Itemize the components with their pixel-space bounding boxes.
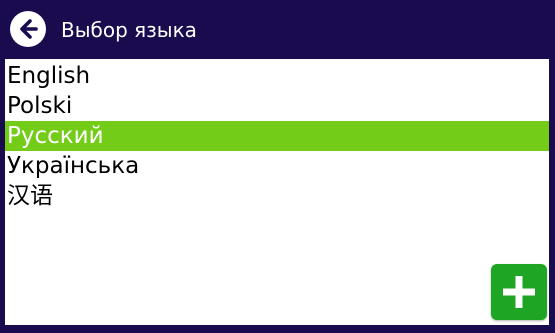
language-item-english[interactable]: English (5, 61, 549, 91)
language-item-russian[interactable]: Русский (5, 121, 549, 151)
add-button[interactable] (491, 264, 547, 320)
back-button[interactable] (10, 11, 46, 47)
header-bar: Выбор языка (0, 0, 555, 58)
language-item-polski[interactable]: Polski (5, 91, 549, 121)
language-item-chinese[interactable]: 汉语 (5, 181, 549, 211)
arrow-left-icon (20, 19, 38, 39)
language-item-ukrainian[interactable]: Українська (5, 151, 549, 181)
page-title: Выбор языка (61, 18, 197, 42)
plus-icon (503, 276, 535, 308)
language-list: English Polski Русский Українська 汉语 (5, 59, 549, 325)
